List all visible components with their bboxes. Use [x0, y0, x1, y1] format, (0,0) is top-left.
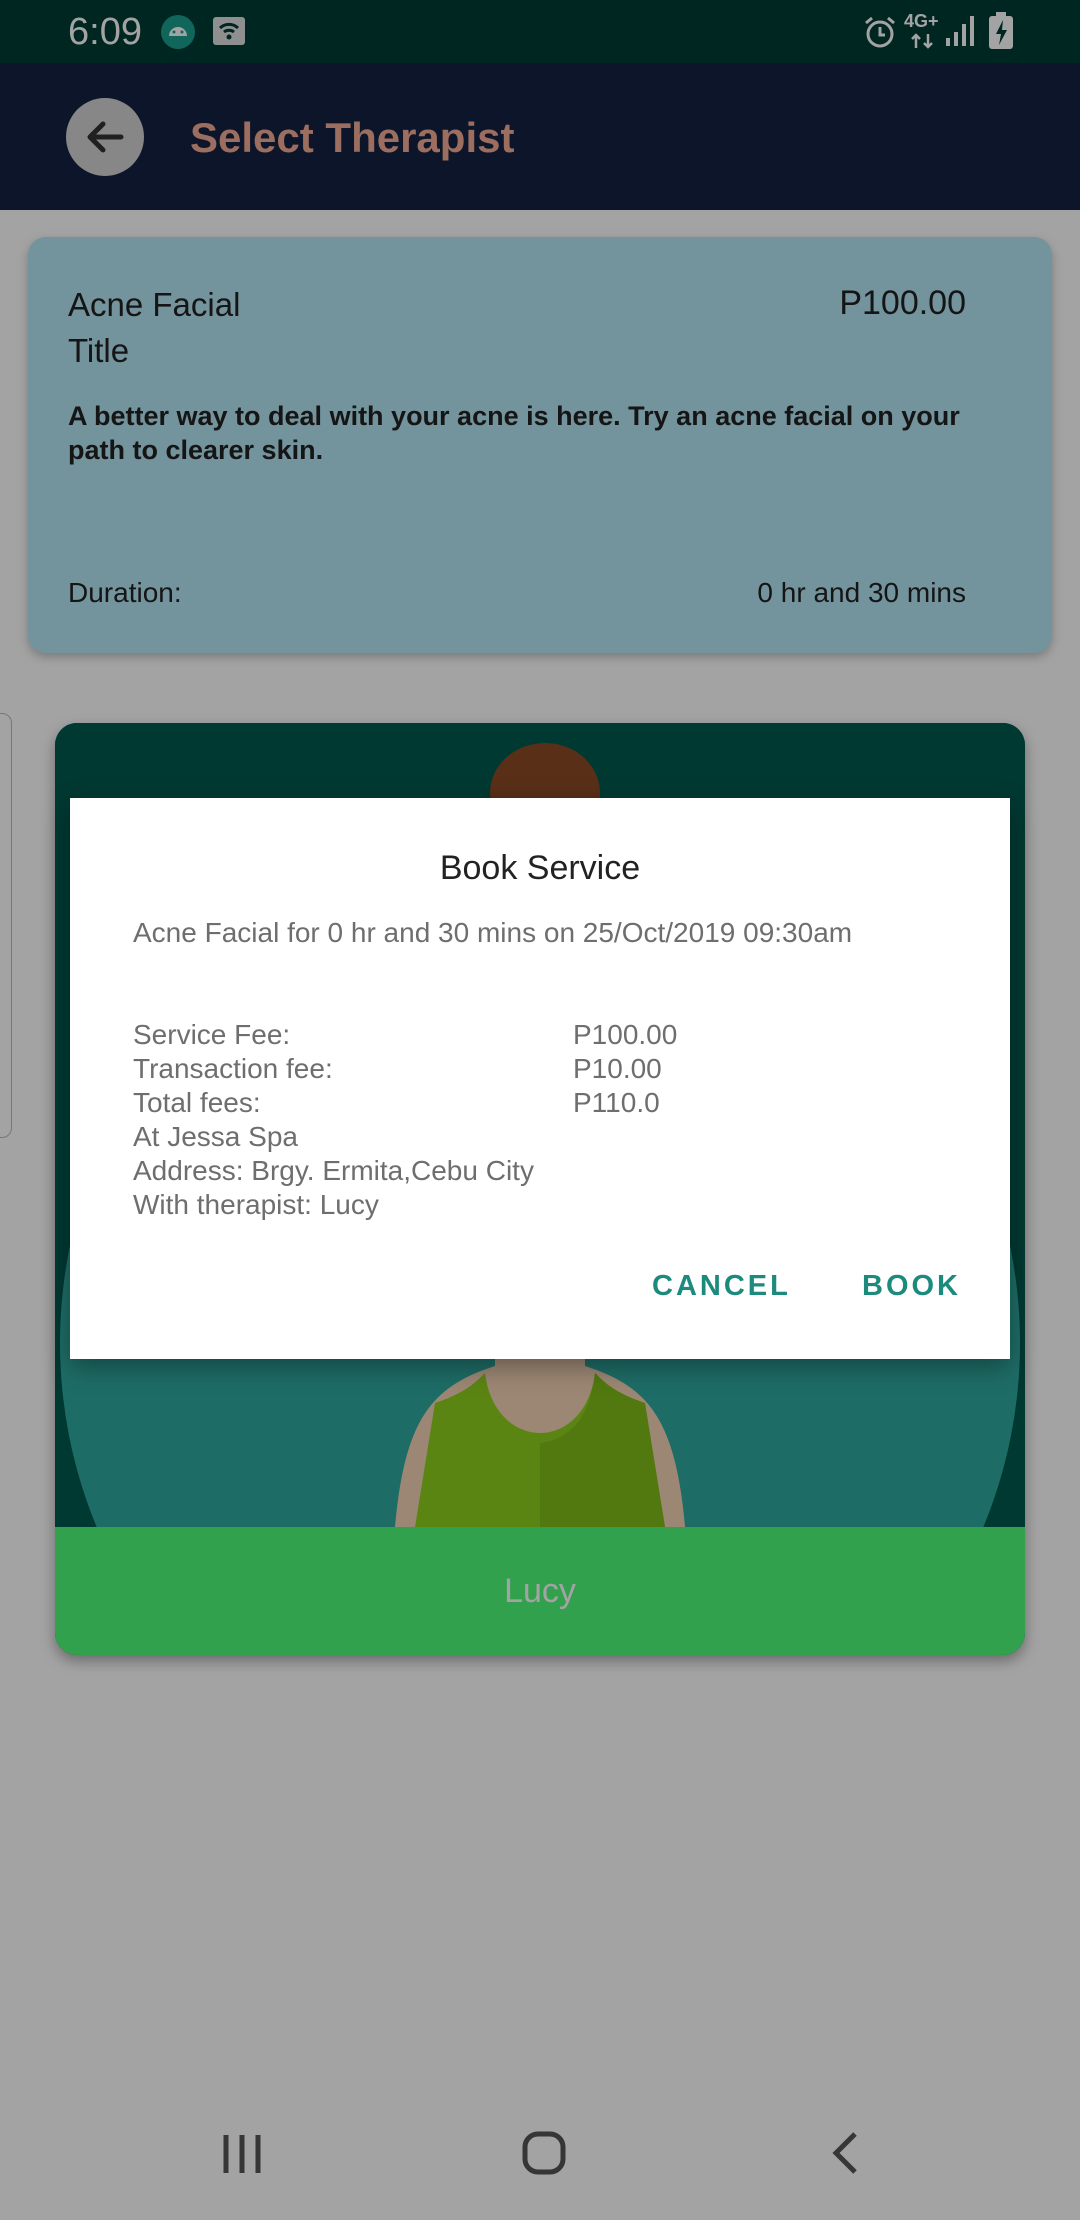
therapist-line: With therapist: Lucy [133, 1189, 379, 1220]
booking-summary: Acne Facial for 0 hr and 30 mins on 25/O… [133, 917, 853, 948]
total-fees-value: P110.0 [573, 1087, 660, 1118]
dialog-title: Book Service [439, 849, 641, 887]
service-fee-label: Service Fee: [133, 1019, 291, 1050]
total-fees-label: Total fees: [133, 1087, 261, 1118]
spa-location: At Jessa Spa [133, 1121, 298, 1152]
transaction-fee-label: Transaction fee: [133, 1053, 333, 1084]
book-service-dialog: Book Service Acne Facial for 0 hr and 30… [70, 798, 1010, 1359]
transaction-fee-value: P10.00 [573, 1053, 662, 1084]
spa-address: Address: Brgy. Ermita,Cebu City [133, 1155, 534, 1186]
book-button[interactable]: BOOK [862, 1268, 961, 1304]
service-fee-value: P100.00 [573, 1019, 678, 1050]
cancel-button[interactable]: CANCEL [652, 1268, 791, 1304]
